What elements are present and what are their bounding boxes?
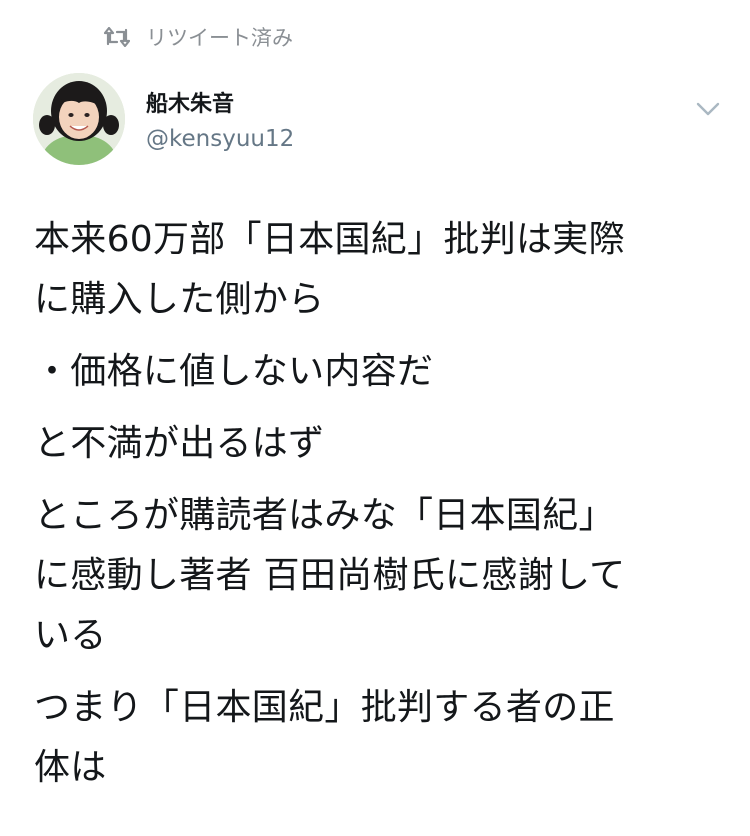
tweet-paragraph: 本来60万部「日本国紀」批判は実際 に購入した側から (34, 219, 625, 320)
retweet-icon (104, 27, 130, 47)
author-handle[interactable]: @kensyuu12 (146, 124, 294, 154)
retweet-label: リツイート済み (146, 26, 293, 50)
author-display-name[interactable]: 船木朱音 (146, 90, 234, 120)
tweet-text: 本来60万部「日本国紀」批判は実際 に購入した側から ・価格に値しない内容だ と… (34, 210, 724, 810)
retweet-indicator: リツイート済み (104, 22, 293, 52)
avatar[interactable] (33, 73, 125, 165)
tweet-paragraph: と不満が出るはず (34, 423, 325, 464)
tweet-paragraph: ・価格に値しない内容だ (34, 351, 434, 392)
tweet-paragraph: つまり「日本国紀」批判する者の正 体は (34, 687, 615, 788)
tweet-paragraph: ところが購読者はみな「日本国紀」 に感動し著者 百田尚樹氏に感謝して いる (34, 495, 626, 656)
chevron-down-icon[interactable] (694, 97, 722, 121)
avatar-photo (33, 73, 125, 165)
